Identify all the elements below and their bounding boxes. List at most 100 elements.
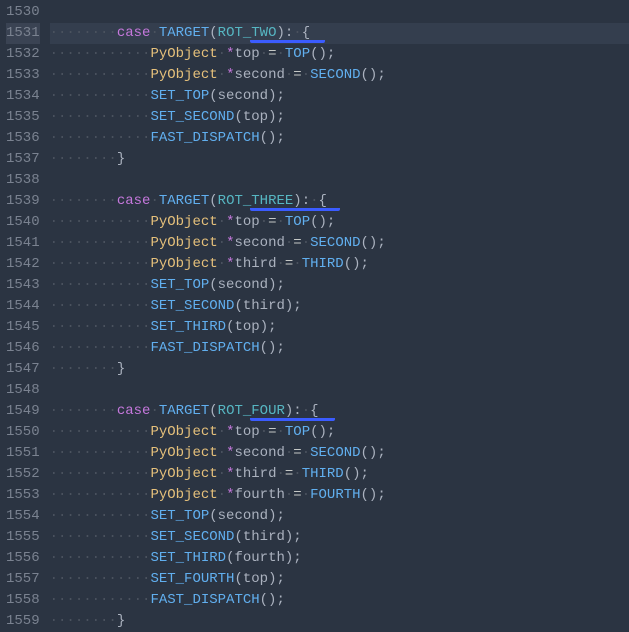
line-number: 1557: [6, 569, 40, 590]
token-const: ROT_TWO: [218, 25, 277, 41]
whitespace-indicator: ············: [50, 214, 151, 230]
code-editor[interactable]: 1530153115321533153415351536153715381539…: [0, 0, 629, 629]
token-pun: );: [285, 550, 302, 566]
token-fn: SET_THIRD: [150, 550, 226, 566]
line-number: 1558: [6, 590, 40, 611]
token-type: PyObject: [150, 46, 217, 62]
token-id: second: [218, 277, 268, 293]
code-line[interactable]: ············PyObject·*third·=·THIRD();: [50, 464, 629, 485]
token-ws: ·: [218, 445, 226, 461]
code-line[interactable]: ············SET_THIRD(top);: [50, 317, 629, 338]
code-line[interactable]: ············SET_TOP(second);: [50, 86, 629, 107]
whitespace-indicator: ············: [50, 67, 151, 83]
token-pun: ();: [344, 466, 369, 482]
whitespace-indicator: ············: [50, 46, 151, 62]
code-line[interactable]: ········case·TARGET(ROT_THREE):·{: [50, 191, 629, 212]
token-pun: ();: [260, 130, 285, 146]
token-pun: {: [302, 25, 310, 41]
token-ws: ·: [218, 235, 226, 251]
token-fn: FAST_DISPATCH: [150, 130, 259, 146]
code-line[interactable]: ············SET_TOP(second);: [50, 506, 629, 527]
whitespace-indicator: ············: [50, 235, 151, 251]
token-fn: TOP: [285, 214, 310, 230]
whitespace-indicator: ············: [50, 340, 151, 356]
token-ws: ·: [302, 235, 310, 251]
line-number: 1546: [6, 338, 40, 359]
code-line[interactable]: ············SET_FOURTH(top);: [50, 569, 629, 590]
whitespace-indicator: ············: [50, 277, 151, 293]
token-fn: SET_TOP: [150, 88, 209, 104]
code-line[interactable]: ············FAST_DISPATCH();: [50, 590, 629, 611]
whitespace-indicator: ············: [50, 592, 151, 608]
line-number: 1556: [6, 548, 40, 569]
line-number: 1533: [6, 65, 40, 86]
whitespace-indicator: ············: [50, 319, 151, 335]
whitespace-indicator: ············: [50, 445, 151, 461]
token-pun: {: [310, 403, 318, 419]
code-line[interactable]: ············SET_THIRD(fourth);: [50, 548, 629, 569]
token-const: ROT_FOUR: [218, 403, 285, 419]
token-fn: THIRD: [302, 466, 344, 482]
code-line[interactable]: ············FAST_DISPATCH();: [50, 128, 629, 149]
code-line[interactable]: ············PyObject·*third·=·THIRD();: [50, 254, 629, 275]
code-line[interactable]: ············SET_SECOND(third);: [50, 527, 629, 548]
token-pun: );: [268, 109, 285, 125]
code-line[interactable]: ············PyObject·*second·=·SECOND();: [50, 65, 629, 86]
token-pun: ();: [310, 46, 335, 62]
code-line[interactable]: ············PyObject·*top·=·TOP();: [50, 44, 629, 65]
line-number: 1544: [6, 296, 40, 317]
token-pun: (: [209, 508, 217, 524]
token-pun: ();: [361, 67, 386, 83]
token-fn: SET_TOP: [150, 508, 209, 524]
token-pun: (: [234, 571, 242, 587]
token-fn: SECOND: [310, 235, 360, 251]
token-ws: ·: [277, 424, 285, 440]
token-ws: ·: [293, 466, 301, 482]
line-number: 1534: [6, 86, 40, 107]
token-ws: ·: [218, 256, 226, 272]
line-number: 1541: [6, 233, 40, 254]
token-id: top: [243, 109, 268, 125]
token-fn: TOP: [285, 46, 310, 62]
token-pun: (: [209, 403, 217, 419]
token-op: =: [268, 214, 276, 230]
token-pun: );: [268, 277, 285, 293]
whitespace-indicator: ············: [50, 88, 151, 104]
token-fn: TARGET: [159, 25, 209, 41]
token-pun: (: [234, 109, 242, 125]
code-line[interactable]: ········case·TARGET(ROT_TWO):·{: [50, 23, 629, 44]
code-line[interactable]: ············PyObject·*top·=·TOP();: [50, 422, 629, 443]
token-op: =: [293, 445, 301, 461]
code-line[interactable]: ············PyObject·*second·=·SECOND();: [50, 233, 629, 254]
code-area[interactable]: ········case·TARGET(ROT_TWO):·{·········…: [50, 0, 629, 629]
code-line[interactable]: ············PyObject·*top·=·TOP();: [50, 212, 629, 233]
code-line[interactable]: ········}: [50, 149, 629, 170]
code-line[interactable]: ········}: [50, 359, 629, 380]
line-number: 1555: [6, 527, 40, 548]
code-line[interactable]: ············PyObject·*second·=·SECOND();: [50, 443, 629, 464]
code-line[interactable]: ········case·TARGET(ROT_FOUR):·{: [50, 401, 629, 422]
code-line[interactable]: [50, 2, 629, 23]
whitespace-indicator: ············: [50, 508, 151, 524]
token-pun: (: [209, 277, 217, 293]
code-line[interactable]: ············FAST_DISPATCH();: [50, 338, 629, 359]
code-line[interactable]: ············SET_SECOND(third);: [50, 296, 629, 317]
token-fn: SECOND: [310, 445, 360, 461]
token-pun: );: [285, 529, 302, 545]
token-ws: ·: [302, 487, 310, 503]
code-line[interactable]: [50, 170, 629, 191]
token-ws: ·: [150, 403, 158, 419]
whitespace-indicator: ············: [50, 256, 151, 272]
code-line[interactable]: [50, 380, 629, 401]
code-line[interactable]: ············PyObject·*fourth·=·FOURTH();: [50, 485, 629, 506]
token-type: PyObject: [150, 235, 217, 251]
token-fn: SET_SECOND: [150, 298, 234, 314]
whitespace-indicator: ········: [50, 151, 117, 167]
token-pun: ();: [361, 235, 386, 251]
line-number: 1550: [6, 422, 40, 443]
token-id: top: [234, 46, 259, 62]
code-line[interactable]: ············SET_TOP(second);: [50, 275, 629, 296]
token-kw: case: [117, 403, 151, 419]
whitespace-indicator: ············: [50, 466, 151, 482]
code-line[interactable]: ············SET_SECOND(top);: [50, 107, 629, 128]
